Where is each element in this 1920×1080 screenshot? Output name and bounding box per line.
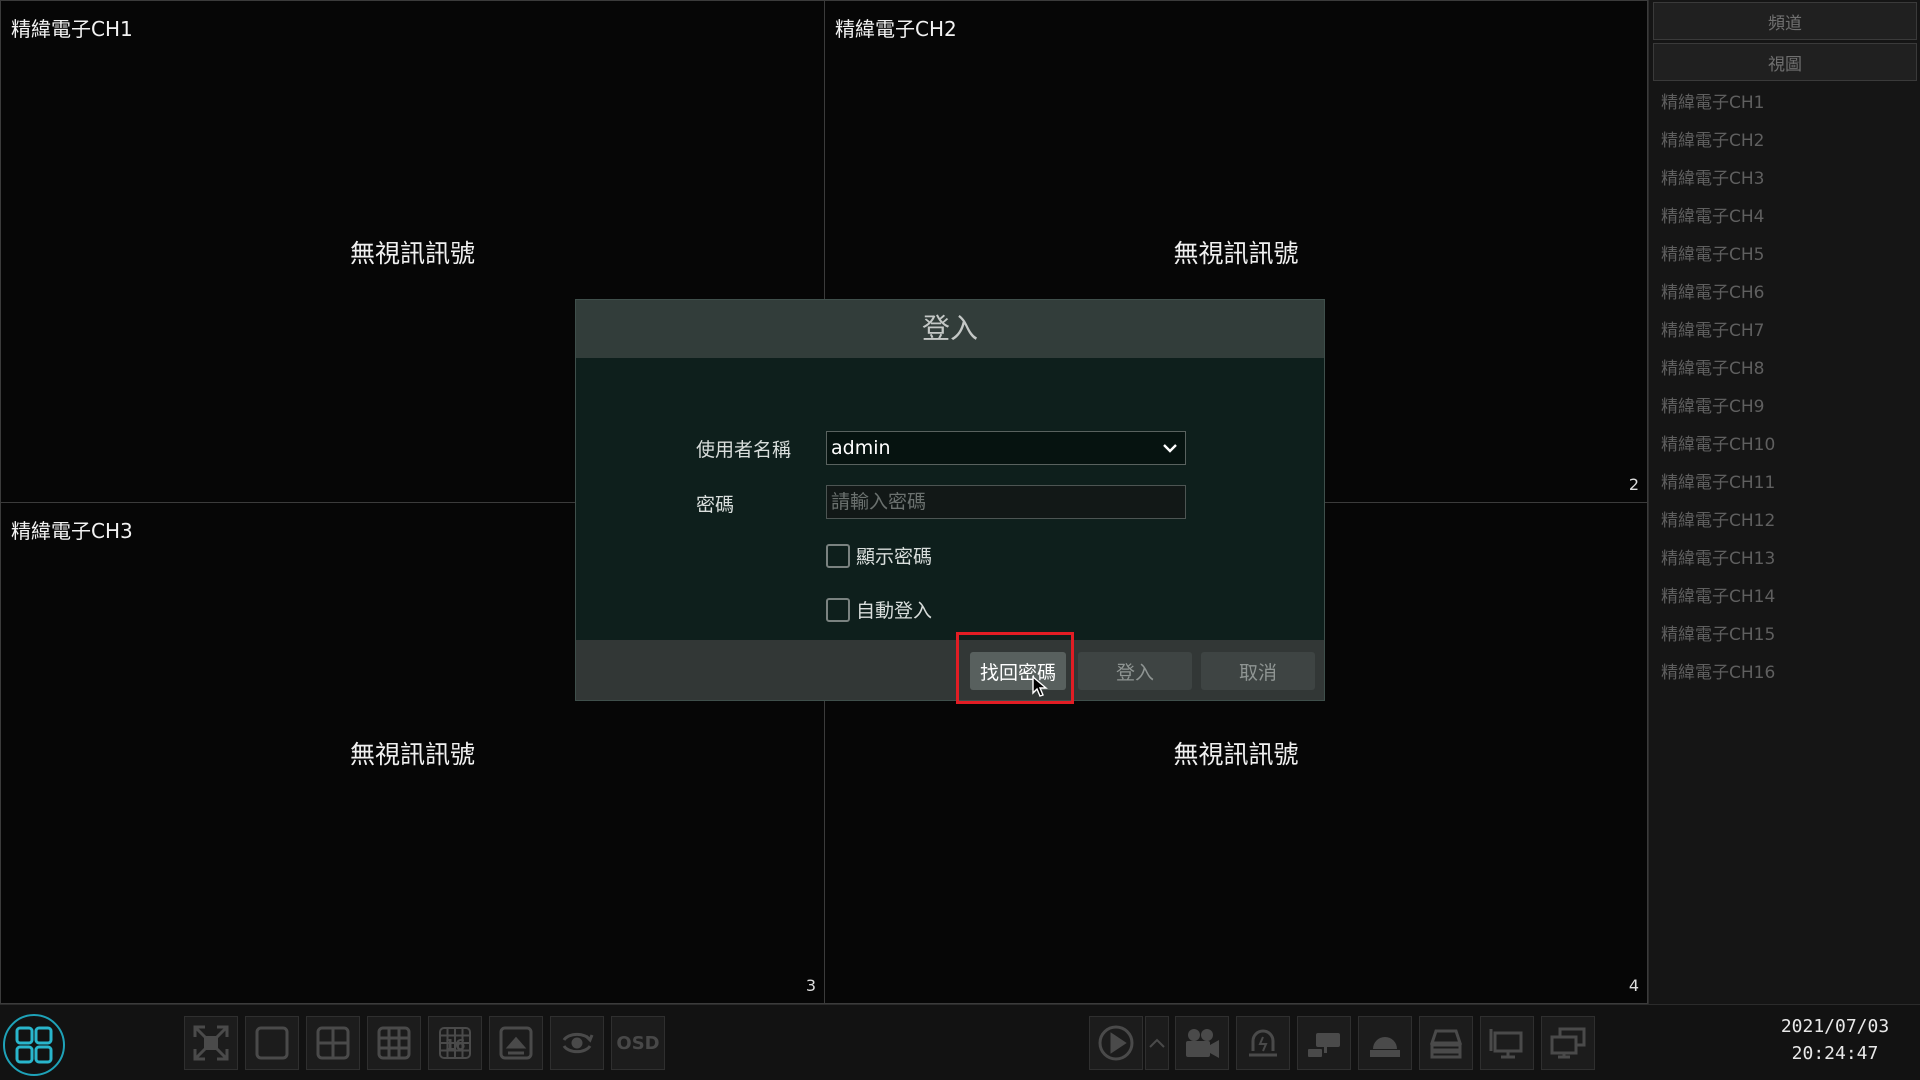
tab-views[interactable]: 視圖 (1653, 43, 1917, 81)
dialog-footer: 找回密碼 登入 取消 (576, 640, 1324, 700)
playback-expand-button[interactable] (1145, 1016, 1169, 1070)
cancel-button[interactable]: 取消 (1201, 652, 1315, 690)
username-select[interactable]: admin (826, 431, 1186, 465)
quad-grid-icon (15, 1026, 53, 1064)
channel-sidebar: 頻道 視圖 精緯電子CH1 精緯電子CH2 精緯電子CH3 精緯電子CH4 精緯… (1648, 0, 1920, 1004)
network-icon (1489, 1029, 1523, 1059)
nine-view-icon (377, 1026, 411, 1060)
hdd-icon (1429, 1029, 1463, 1059)
play-icon (1098, 1025, 1134, 1061)
clock-date: 2021/07/03 (1780, 1016, 1890, 1037)
channel-list-item[interactable]: 精緯電子CH13 (1649, 540, 1920, 578)
dome-camera-button[interactable] (1358, 1016, 1412, 1070)
username-value: admin (831, 437, 891, 459)
chevron-down-icon (1162, 432, 1178, 464)
channel-list-item[interactable]: 精緯電子CH10 (1649, 426, 1920, 464)
tile-number: 2 (1628, 475, 1639, 494)
auto-login-checkbox[interactable] (826, 597, 850, 622)
monitor-icon (1550, 1027, 1586, 1059)
password-label: 密碼 (696, 494, 735, 516)
channel-list-item[interactable]: 精緯電子CH15 (1649, 616, 1920, 654)
fullscreen-icon (193, 1025, 229, 1061)
tile-number: 4 (1628, 976, 1639, 995)
mouse-cursor-icon (1032, 676, 1048, 697)
channel-list: 精緯電子CH1 精緯電子CH2 精緯電子CH3 精緯電子CH4 精緯電子CH5 … (1649, 84, 1920, 692)
no-signal-text: 無視訊訊號 (349, 238, 475, 268)
playback-button[interactable] (1089, 1016, 1143, 1070)
channel-list-item[interactable]: 精緯電子CH3 (1649, 160, 1920, 198)
video-camera-icon (1186, 1029, 1219, 1058)
no-signal-text: 無視訊訊號 (349, 740, 475, 769)
channel-list-item[interactable]: 精緯電子CH11 (1649, 464, 1920, 502)
channel-list-item[interactable]: 精緯電子CH1 (1649, 84, 1920, 122)
display-button[interactable] (1541, 1016, 1595, 1070)
no-signal-text: 無視訊訊號 (1173, 740, 1299, 769)
tile-channel-name: 精緯電子CH1 (11, 17, 133, 41)
taskbar: 16 OSD 2021/07/03 20:24:47 (0, 1004, 1920, 1080)
auto-login-option[interactable]: 自動登入 (826, 596, 932, 623)
disk-button[interactable] (1419, 1016, 1473, 1070)
osd-button[interactable]: OSD (611, 1016, 665, 1070)
cycle-eye-icon (562, 1032, 594, 1054)
tile-channel-name: 精緯電子CH3 (11, 519, 133, 543)
channel-list-item[interactable]: 精緯電子CH14 (1649, 578, 1920, 616)
layout-9-button[interactable] (367, 1016, 421, 1070)
single-view-icon (255, 1026, 289, 1060)
channel-list-item[interactable]: 精緯電子CH4 (1649, 198, 1920, 236)
quad-view-icon (316, 1026, 350, 1060)
show-password-checkbox[interactable] (826, 543, 850, 568)
alarm-icon (1249, 1029, 1277, 1057)
channel-list-item[interactable]: 精緯電子CH5 (1649, 236, 1920, 274)
auto-login-label: 自動登入 (856, 600, 933, 622)
channel-list-item[interactable]: 精緯電子CH7 (1649, 312, 1920, 350)
sixteen-view-icon: 16 (439, 1027, 471, 1059)
layout-4-button[interactable] (306, 1016, 360, 1070)
layout-16-button[interactable]: 16 (428, 1016, 482, 1070)
bullet-camera-icon (1308, 1033, 1340, 1057)
username-label: 使用者名稱 (696, 439, 792, 461)
upload-view-icon (499, 1026, 533, 1060)
record-button[interactable] (1175, 1016, 1229, 1070)
fullscreen-button[interactable] (184, 1016, 238, 1070)
chevron-up-icon (1149, 1038, 1165, 1048)
alarm-button[interactable] (1236, 1016, 1290, 1070)
sequence-button[interactable] (550, 1016, 604, 1070)
show-password-option[interactable]: 顯示密碼 (826, 542, 932, 569)
network-button[interactable] (1480, 1016, 1534, 1070)
channel-list-item[interactable]: 精緯電子CH8 (1649, 350, 1920, 388)
dialog-title: 登入 (576, 300, 1324, 358)
grid-16-label: 16 (445, 1036, 466, 1054)
tile-channel-name: 精緯電子CH2 (835, 17, 957, 41)
login-dialog: 登入 使用者名稱 admin 密碼 顯示密碼 自動登入 找回密碼 登入 取消 (575, 299, 1325, 701)
channel-list-item[interactable]: 精緯電子CH12 (1649, 502, 1920, 540)
system-clock: 2021/07/03 20:24:47 (1762, 1013, 1908, 1067)
channel-list-item[interactable]: 精緯電子CH9 (1649, 388, 1920, 426)
login-button[interactable]: 登入 (1078, 652, 1192, 690)
tab-channels[interactable]: 頻道 (1653, 2, 1917, 40)
channel-list-item[interactable]: 精緯電子CH6 (1649, 274, 1920, 312)
custom-layout-button[interactable] (489, 1016, 543, 1070)
layout-1-button[interactable] (245, 1016, 299, 1070)
channel-list-item[interactable]: 精緯電子CH2 (1649, 122, 1920, 160)
camera-config-button[interactable] (1297, 1016, 1351, 1070)
no-signal-text: 無視訊訊號 (1173, 238, 1299, 268)
highlight-box (956, 632, 1074, 704)
start-menu-button[interactable] (3, 1014, 65, 1076)
tile-number: 3 (805, 976, 816, 995)
channel-list-item[interactable]: 精緯電子CH16 (1649, 654, 1920, 692)
password-field[interactable] (826, 485, 1186, 519)
clock-time: 20:24:47 (1791, 1043, 1879, 1064)
dome-camera-icon (1370, 1037, 1400, 1057)
show-password-label: 顯示密碼 (856, 546, 933, 568)
